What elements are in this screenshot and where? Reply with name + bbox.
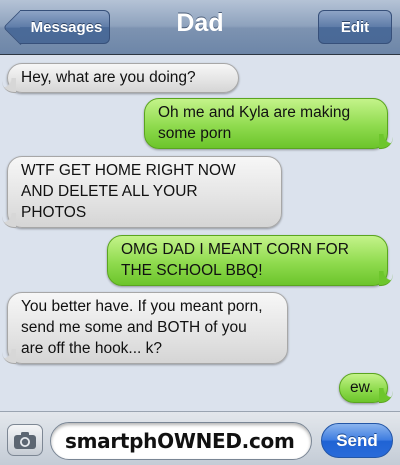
edit-button[interactable]: Edit	[318, 10, 392, 44]
navigation-bar: Messages Dad Edit	[0, 0, 400, 55]
back-button-label: Messages	[30, 18, 103, 36]
message-input[interactable]: smartphOWNED.com	[50, 422, 312, 460]
send-button[interactable]: Send	[321, 423, 393, 458]
message-bubble-incoming: WTF GET HOME RIGHT NOW AND DELETE ALL YO…	[2, 156, 282, 228]
message-thread[interactable]: Hey, what are you doing? Oh me and Kyla …	[0, 55, 400, 411]
message-text: Hey, what are you doing?	[21, 69, 196, 86]
edit-button-label: Edit	[340, 18, 370, 36]
back-to-messages-button[interactable]: Messages	[20, 10, 110, 44]
message-bubble-outgoing: Oh me and Kyla are making some porn	[144, 98, 393, 149]
camera-icon	[14, 431, 36, 449]
back-button-wrapper: Messages	[0, 0, 120, 55]
message-text: You better have. If you meant porn, send…	[21, 298, 263, 357]
send-button-label: Send	[336, 430, 378, 450]
compose-bar: smartphOWNED.com Send	[0, 411, 400, 465]
message-text: OMG DAD I MEANT CORN FOR THE SCHOOL BBQ!	[121, 241, 349, 279]
message-text: Oh me and Kyla are making some porn	[158, 104, 351, 142]
message-bubble-incoming: Hey, what are you doing?	[2, 63, 239, 93]
message-bubble-outgoing: ew.	[339, 373, 393, 403]
message-text: WTF GET HOME RIGHT NOW AND DELETE ALL YO…	[21, 162, 236, 221]
message-input-value: smartphOWNED.com	[65, 429, 295, 453]
message-text: ew.	[350, 379, 374, 396]
camera-button[interactable]	[7, 424, 43, 456]
message-bubble-outgoing: OMG DAD I MEANT CORN FOR THE SCHOOL BBQ!	[107, 235, 393, 286]
message-bubble-incoming: You better have. If you meant porn, send…	[2, 292, 288, 364]
